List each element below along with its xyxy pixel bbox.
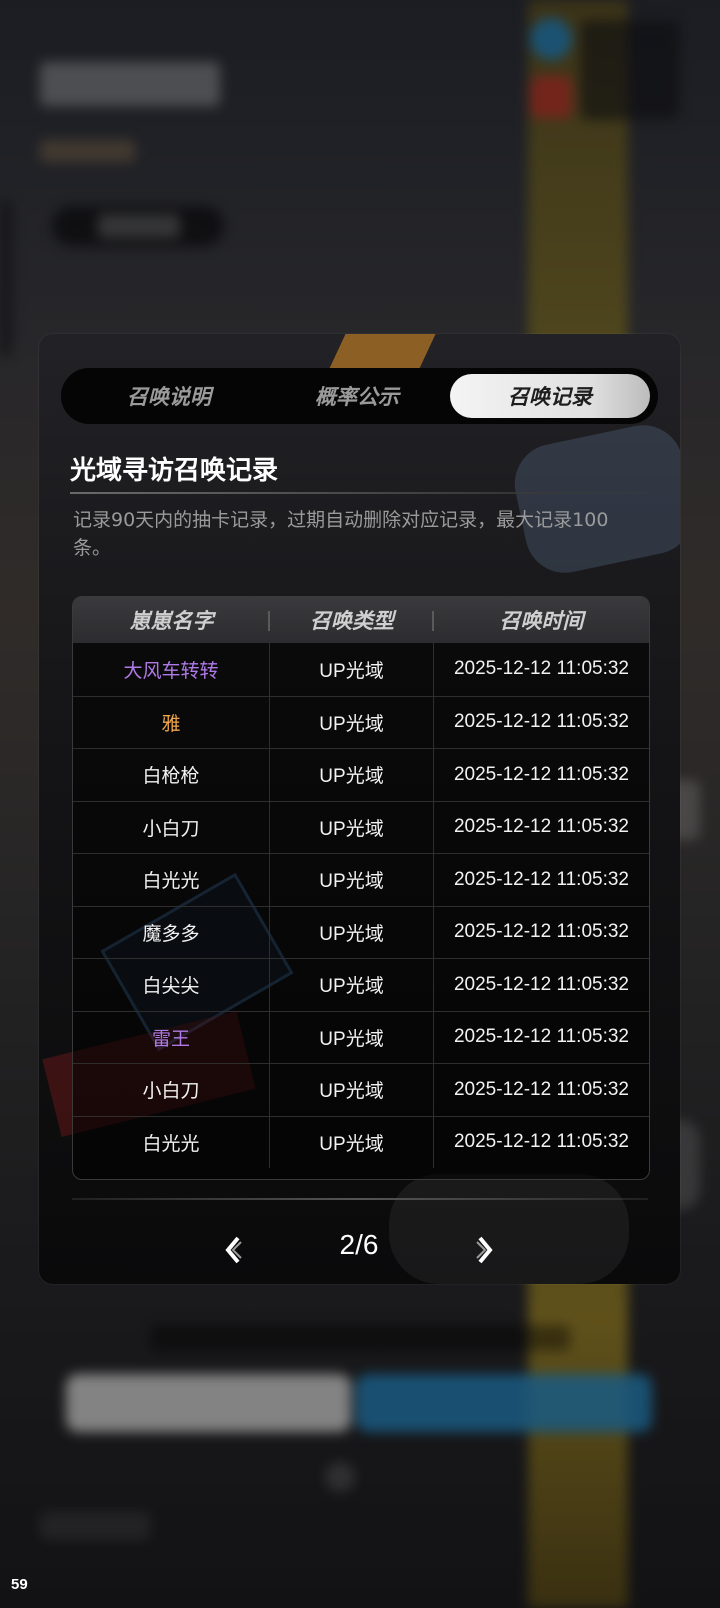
row-name: 白光光	[73, 854, 270, 906]
graffiti-decoration	[389, 1174, 629, 1284]
row-name: 雅	[73, 696, 270, 748]
row-type: UP光域	[270, 749, 434, 801]
row-type: UP光域	[270, 906, 434, 958]
row-type: UP光域	[270, 1064, 434, 1116]
chevron-left-icon	[225, 1236, 242, 1264]
row-name: 白枪枪	[73, 749, 270, 801]
row-time: 2025-12-12 11:05:32	[453, 1131, 630, 1153]
header-type: 召唤类型	[270, 597, 434, 643]
table-row: 白枪枪 UP光域 2025-12-12 11:05:32	[73, 748, 649, 801]
summon-record-dialog: 召唤说明 概率公示 召唤记录 光域寻访召唤记录 记录90天内的抽卡记录，过期自动…	[39, 334, 680, 1284]
pager-divider	[72, 1198, 648, 1200]
table-row: 小白刀 UP光域 2025-12-12 11:05:32	[73, 800, 649, 853]
tab-summon-record[interactable]: 召唤记录	[450, 374, 650, 418]
row-time: 2025-12-12 11:05:32	[453, 973, 630, 995]
table-row: 白光光 UP光域 2025-12-12 11:05:32	[73, 853, 649, 906]
header-time: 召唤时间	[434, 597, 649, 643]
tab-summon-info[interactable]: 召唤说明	[69, 374, 269, 418]
row-type: UP光域	[270, 959, 434, 1011]
row-name: 小白刀	[73, 1064, 270, 1116]
table-body: 大风车转转 UP光域 2025-12-12 11:05:32 雅 UP光域 20…	[73, 643, 649, 1168]
row-time: 2025-12-12 11:05:32	[453, 658, 630, 680]
row-type: UP光域	[270, 1116, 434, 1168]
header-time-label: 召唤时间	[499, 609, 584, 633]
table-row: 雷王 UP光域 2025-12-12 11:05:32	[73, 1010, 649, 1063]
row-type: UP光域	[270, 854, 434, 906]
row-name: 白尖尖	[73, 959, 270, 1011]
table-row: 小白刀 UP光域 2025-12-12 11:05:32	[73, 1063, 649, 1116]
row-time: 2025-12-12 11:05:32	[453, 711, 630, 733]
table-header: 崽崽名字 召唤类型 召唤时间	[73, 597, 649, 643]
row-time: 2025-12-12 11:05:32	[453, 1078, 630, 1100]
row-name: 小白刀	[73, 801, 270, 853]
header-name-label: 崽崽名字	[129, 609, 214, 633]
row-type: UP光域	[270, 696, 434, 748]
table-row: 魔多多 UP光域 2025-12-12 11:05:32	[73, 905, 649, 958]
prev-page-button[interactable]	[215, 1224, 251, 1276]
section-title: 光域寻访召唤记录	[70, 456, 279, 486]
header-name: 崽崽名字	[73, 597, 270, 643]
row-type: UP光域	[270, 1011, 434, 1063]
table-row: 白光光 UP光域 2025-12-12 11:05:32	[73, 1115, 649, 1168]
row-name: 白光光	[73, 1116, 270, 1168]
page-indicator: 2/6	[339, 1229, 379, 1260]
header-type-label: 召唤类型	[310, 609, 394, 633]
row-time: 2025-12-12 11:05:32	[453, 816, 630, 838]
chevron-right-icon	[476, 1236, 493, 1264]
title-divider	[70, 492, 650, 494]
record-description: 记录90天内的抽卡记录，过期自动删除对应记录，最大记录100条。	[73, 509, 609, 559]
row-time: 2025-12-12 11:05:32	[453, 1026, 630, 1048]
table-row: 白尖尖 UP光域 2025-12-12 11:05:32	[73, 958, 649, 1011]
tab-bar: 召唤说明 概率公示 召唤记录	[61, 368, 658, 424]
row-name: 魔多多	[73, 906, 270, 958]
tab-probability[interactable]: 概率公示	[257, 374, 457, 418]
table-row: 雅 UP光域 2025-12-12 11:05:32	[73, 695, 649, 748]
fps-counter: 59	[11, 1576, 28, 1593]
row-time: 2025-12-12 11:05:32	[453, 868, 630, 890]
row-name: 大风车转转	[73, 643, 270, 696]
row-type: UP光域	[270, 801, 434, 853]
record-table: 崽崽名字 召唤类型 召唤时间 大风车转转 UP光域 2025-12-12 11:…	[72, 596, 650, 1180]
table-row: 大风车转转 UP光域 2025-12-12 11:05:32	[73, 643, 649, 696]
row-time: 2025-12-12 11:05:32	[453, 921, 630, 943]
row-time: 2025-12-12 11:05:32	[453, 763, 630, 785]
next-page-button[interactable]	[467, 1224, 503, 1276]
dialog-decoration	[329, 334, 439, 368]
row-type: UP光域	[270, 643, 434, 696]
row-name: 雷王	[73, 1011, 270, 1063]
